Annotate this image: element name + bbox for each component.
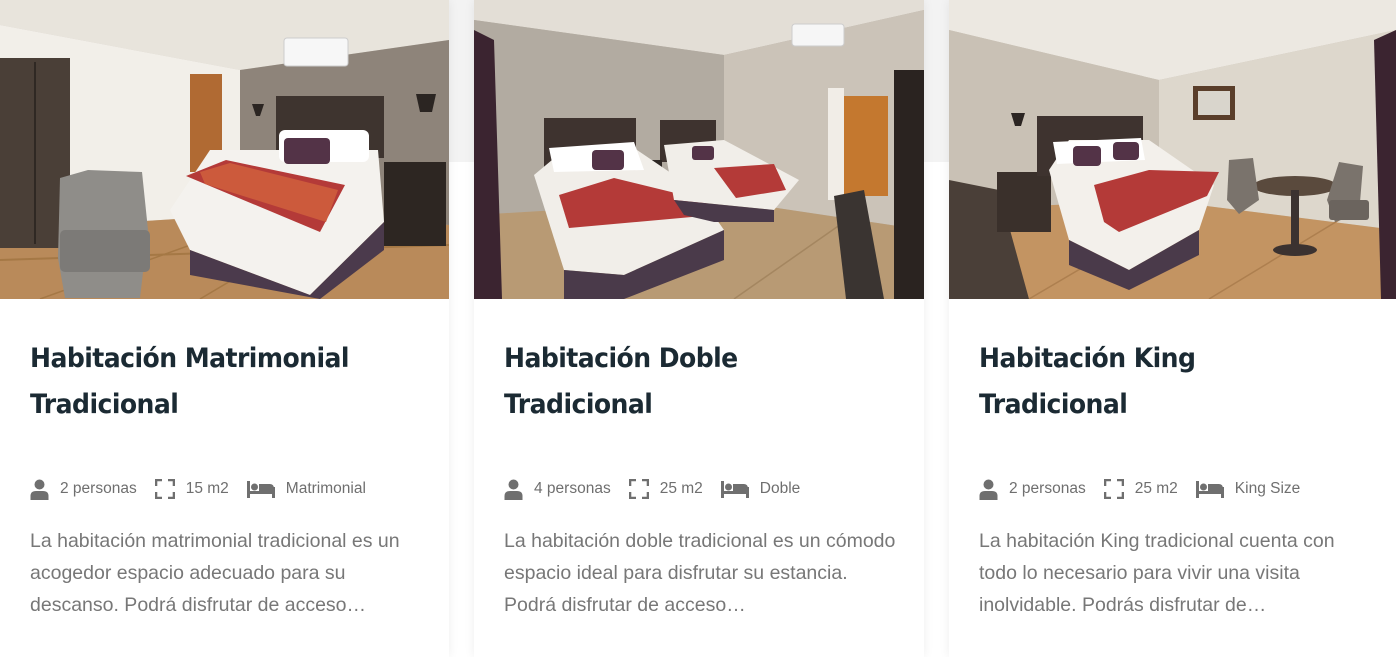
person-icon bbox=[504, 479, 523, 500]
amenity-size: 25 m2 bbox=[1103, 479, 1178, 499]
amenity-size: 15 m2 bbox=[154, 479, 229, 499]
amenity-persons-label: 2 personas bbox=[60, 480, 137, 497]
amenity-persons-label: 4 personas bbox=[534, 480, 611, 497]
amenity-persons-label: 2 personas bbox=[1009, 480, 1086, 497]
amenity-bed-label: King Size bbox=[1234, 480, 1301, 497]
amenity-size: 25 m2 bbox=[628, 479, 703, 499]
room-description: La habitación King tradicional cuenta co… bbox=[979, 530, 1335, 616]
room-card-matrimonial[interactable]: Habitación Matrimonial Tradicional 2 per… bbox=[0, 0, 449, 657]
amenity-bed: King Size bbox=[1195, 480, 1301, 498]
room-title[interactable]: Habitación Matrimonial Tradicional bbox=[30, 336, 393, 428]
room-title[interactable]: Habitación King Tradicional bbox=[979, 336, 1342, 428]
amenity-size-label: 15 m2 bbox=[185, 480, 229, 497]
room-photo[interactable] bbox=[474, 0, 924, 299]
amenity-bed: Matrimonial bbox=[246, 480, 366, 498]
room-title[interactable]: Habitación Doble Tradicional bbox=[504, 336, 867, 428]
bed-icon bbox=[246, 480, 275, 498]
expand-icon bbox=[1103, 479, 1124, 499]
amenity-bed-label: Doble bbox=[759, 480, 801, 497]
room-card-doble[interactable]: Habitación Doble Tradicional 4 personas … bbox=[474, 0, 924, 657]
amenity-size-label: 25 m2 bbox=[1134, 480, 1178, 497]
bed-icon bbox=[720, 480, 749, 498]
person-icon bbox=[30, 479, 49, 500]
expand-icon bbox=[154, 479, 175, 499]
expand-icon bbox=[628, 479, 649, 499]
room-card-king[interactable]: Habitación King Tradicional 2 personas 2… bbox=[949, 0, 1396, 657]
room-photo[interactable] bbox=[949, 0, 1396, 299]
room-amenities: 2 personas 25 m2 King Size bbox=[979, 477, 1318, 501]
amenity-size-label: 25 m2 bbox=[659, 480, 703, 497]
bed-icon bbox=[1195, 480, 1224, 498]
room-cards: Habitación Matrimonial Tradicional 2 per… bbox=[0, 0, 1396, 657]
amenity-persons: 2 personas bbox=[979, 479, 1086, 500]
room-description: La habitación doble tradicional es un có… bbox=[504, 530, 896, 616]
person-icon bbox=[979, 479, 998, 500]
amenity-persons: 2 personas bbox=[30, 479, 137, 500]
amenity-bed-label: Matrimonial bbox=[285, 480, 366, 497]
room-amenities: 2 personas 15 m2 Matrimonial bbox=[30, 477, 384, 501]
room-amenities: 4 personas 25 m2 Doble bbox=[504, 477, 818, 501]
amenity-bed: Doble bbox=[720, 480, 801, 498]
room-photo[interactable] bbox=[0, 0, 449, 299]
room-description: La habitación matrimonial tradicional es… bbox=[30, 530, 400, 616]
amenity-persons: 4 personas bbox=[504, 479, 611, 500]
